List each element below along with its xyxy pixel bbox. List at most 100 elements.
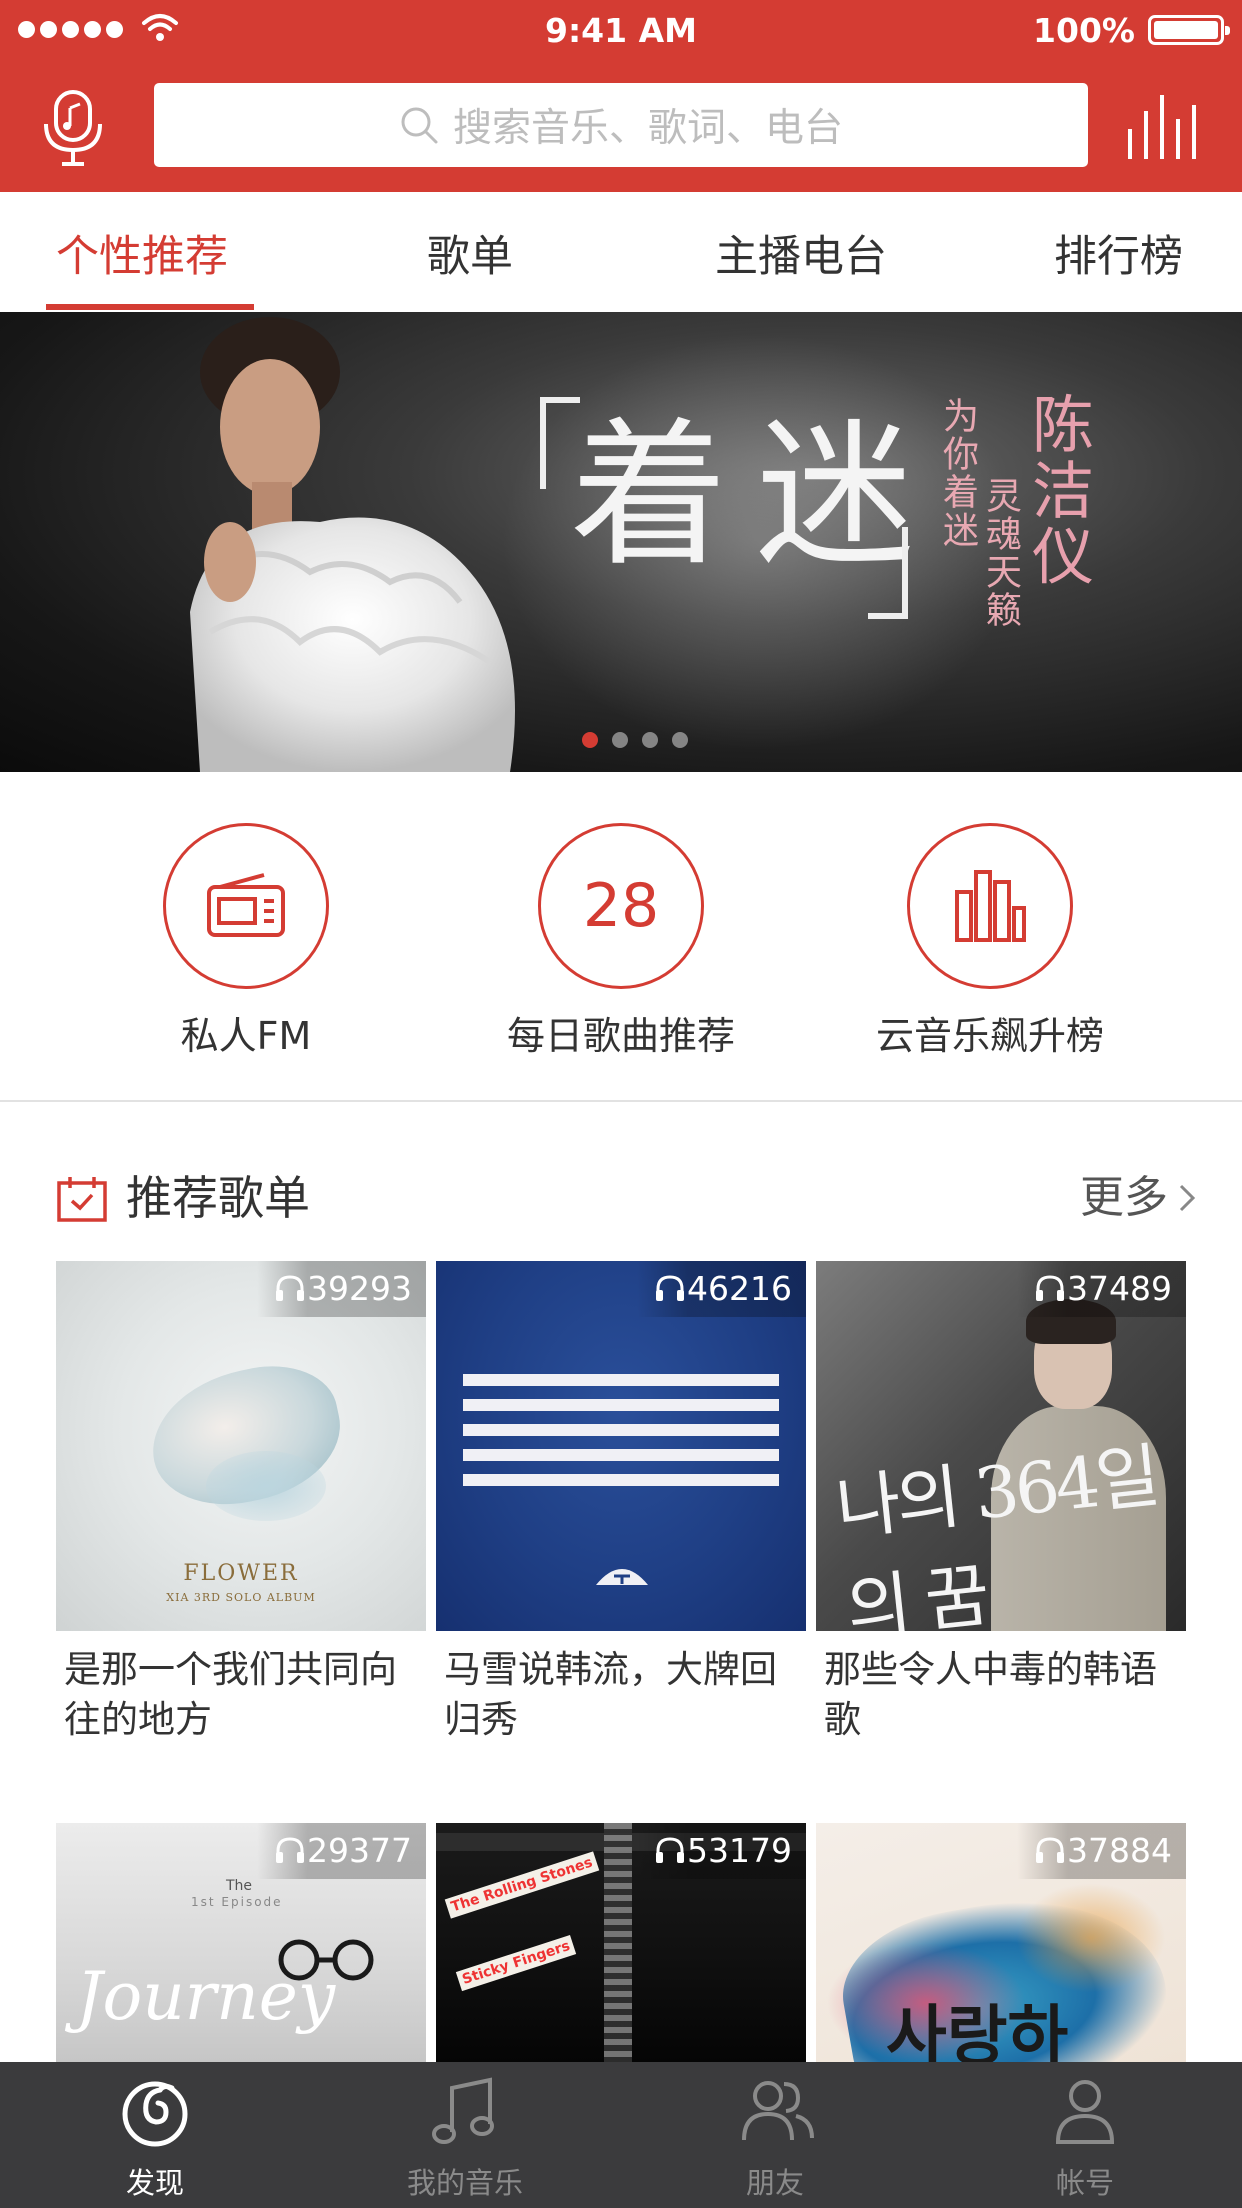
play-count-badge: 53179 — [637, 1823, 806, 1879]
shortcut-private-fm[interactable]: 私人FM — [96, 823, 396, 1063]
netease-logo-icon — [122, 2081, 188, 2147]
play-count: 29377 — [307, 1831, 412, 1870]
tab-active-indicator — [46, 304, 254, 310]
friends-icon — [742, 2081, 814, 2141]
playlist-cover[interactable]: 사랑하 37884 — [816, 1823, 1186, 2062]
cover-logo-mark — [596, 1569, 648, 1585]
promo-banner[interactable]: 着迷 为你着迷 灵魂天籁 陈洁仪 — [0, 312, 1242, 772]
cover-stripe — [463, 1399, 779, 1411]
cover-text: The — [226, 1878, 253, 1894]
play-count: 37489 — [1067, 1269, 1172, 1308]
play-count-badge: 37884 — [1017, 1823, 1186, 1879]
banner-artist-photo — [190, 317, 515, 772]
play-count-badge: 29377 — [257, 1823, 426, 1879]
headphones-icon — [656, 1837, 685, 1863]
cover-stripe — [463, 1374, 779, 1386]
cover-text: 1st Episode — [191, 1895, 283, 1909]
playlist-title[interactable]: 那些令人中毒的韩语歌 — [824, 1645, 1184, 1745]
headphones-icon — [656, 1275, 685, 1301]
bottom-tab-bar: 发现 我的音乐 朋友 帐号 — [0, 2062, 1242, 2208]
nav-discover[interactable]: 发现 — [0, 2062, 310, 2208]
radio-icon[interactable] — [163, 823, 329, 989]
more-label: 更多 — [1080, 1172, 1168, 1223]
playlist-card[interactable]: 46216 马雪说韩流，大牌回归秀 — [436, 1261, 806, 1761]
shortcut-label: 云音乐飙升榜 — [875, 1014, 1104, 1058]
tab-radio[interactable]: 主播电台 — [715, 192, 887, 312]
cover-figure — [206, 1451, 326, 1521]
cover-subtext: XIA 3RD SOLO ALBUM — [166, 1591, 316, 1604]
cover-stripe — [463, 1424, 779, 1436]
playlist-title[interactable]: 是那一个我们共同向往的地方 — [64, 1645, 424, 1745]
play-count: 46216 — [687, 1269, 792, 1308]
pager-dot-active[interactable] — [582, 732, 598, 748]
search-icon — [401, 107, 438, 144]
headphones-icon — [1036, 1275, 1065, 1301]
shortcut-label: 私人FM — [180, 1014, 312, 1058]
playlist-card[interactable]: 나의 364일의 꿈 37489 那些令人中毒的韩语歌 — [816, 1261, 1186, 1761]
calendar-day-icon[interactable]: 28 — [538, 823, 704, 989]
tab-charts[interactable]: 排行榜 — [1054, 192, 1183, 312]
nav-label: 我的音乐 — [406, 2166, 523, 2200]
shortcut-daily-songs[interactable]: 28 每日歌曲推荐 — [471, 823, 771, 1063]
nav-label: 帐号 — [1055, 2166, 1114, 2200]
playlist-cover[interactable]: 나의 364일의 꿈 37489 — [816, 1261, 1186, 1631]
music-note-icon — [432, 2077, 494, 2144]
search-placeholder: 搜索音乐、歌词、电台 — [452, 106, 843, 151]
play-count: 39293 — [307, 1269, 412, 1308]
nav-label: 朋友 — [745, 2166, 804, 2200]
chart-bars-icon[interactable] — [907, 823, 1073, 989]
pager-dot[interactable] — [612, 732, 628, 748]
more-link[interactable]: 更多 — [1080, 1165, 1196, 1231]
cover-paint — [1016, 1883, 1166, 1993]
nav-my-music[interactable]: 我的音乐 — [310, 2062, 620, 2208]
section-title: 推荐歌单 — [126, 1171, 310, 1225]
playlist-card[interactable]: FLOWER XIA 3RD SOLO ALBUM 39293 是那一个我们共同… — [56, 1261, 426, 1761]
headphones-icon — [276, 1275, 305, 1301]
tab-recommend[interactable]: 个性推荐 — [56, 192, 228, 312]
app-header: 9:41 AM 100% 搜索音乐、歌词、电台 — [0, 0, 1242, 192]
cover-stripe — [463, 1474, 779, 1486]
tab-playlists[interactable]: 歌单 — [427, 192, 513, 312]
playlist-cover[interactable]: 46216 — [436, 1261, 806, 1631]
nav-friends[interactable]: 朋友 — [620, 2062, 930, 2208]
daily-date-number: 28 — [582, 871, 660, 941]
play-count: 53179 — [687, 1831, 792, 1870]
search-input[interactable]: 搜索音乐、歌词、电台 — [154, 83, 1088, 167]
headphones-icon — [276, 1837, 305, 1863]
pager-dot[interactable] — [672, 732, 688, 748]
top-tabs: 个性推荐 歌单 主播电台 排行榜 — [0, 192, 1242, 312]
pager-dot[interactable] — [642, 732, 658, 748]
banner-tagline-1: 为你着迷 — [937, 397, 978, 549]
shortcut-label: 每日歌曲推荐 — [506, 1014, 735, 1058]
section-divider — [0, 1100, 1242, 1102]
battery-percent: 100% — [1033, 11, 1135, 50]
banner-bracket-right — [868, 527, 908, 619]
cover-text: FLOWER — [183, 1561, 299, 1586]
recommend-header: 推荐歌单 更多 — [56, 1165, 1196, 1231]
nav-account[interactable]: 帐号 — [930, 2062, 1240, 2208]
play-count: 37884 — [1067, 1831, 1172, 1870]
banner-artist-name: 陈洁仪 — [1021, 392, 1094, 590]
playlist-cover[interactable]: The 1st Episode Journey 29377 — [56, 1823, 426, 2062]
play-count-badge: 46216 — [637, 1261, 806, 1317]
cover-label: Sticky Fingers — [455, 1934, 577, 1992]
cover-handwriting: 사랑하 — [886, 1998, 1069, 2062]
playlist-title[interactable]: 马雪说韩流，大牌回归秀 — [444, 1645, 804, 1745]
nav-label: 发现 — [125, 2166, 184, 2200]
shortcut-rising-chart[interactable]: 云音乐飙升榜 — [840, 823, 1140, 1063]
voice-search-icon[interactable] — [42, 90, 104, 168]
banner-tagline-2: 灵魂天籁 — [980, 477, 1021, 629]
play-count-badge: 37489 — [1017, 1261, 1186, 1317]
playlist-card[interactable]: The Rolling Stones Sticky Fingers 53179 — [436, 1823, 806, 2063]
cover-script-title: Journey — [76, 1958, 336, 2035]
cover-detail — [604, 1823, 632, 2062]
calendar-check-icon — [57, 1177, 107, 1222]
playlist-card[interactable]: The 1st Episode Journey 29377 — [56, 1823, 426, 2063]
playlist-card[interactable]: 사랑하 37884 — [816, 1823, 1186, 2063]
headphones-icon — [1036, 1837, 1065, 1863]
playlist-cover[interactable]: FLOWER XIA 3RD SOLO ALBUM 39293 — [56, 1261, 426, 1631]
cover-stripe — [463, 1449, 779, 1461]
now-playing-icon[interactable] — [1126, 93, 1198, 161]
banner-pager — [0, 732, 1242, 752]
playlist-cover[interactable]: The Rolling Stones Sticky Fingers 53179 — [436, 1823, 806, 2062]
